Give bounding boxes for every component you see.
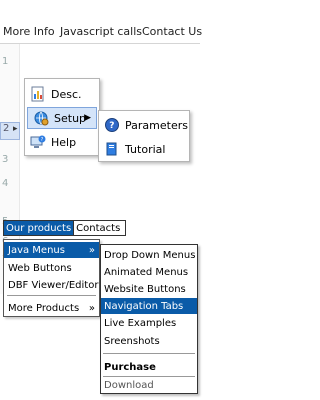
left-num-2[interactable]: 2 (0, 122, 20, 140)
menu-item-parameters-label: Parameters (125, 118, 188, 132)
help-computer-icon: ? (29, 133, 47, 151)
submenu-item-drop-down-menus[interactable]: Drop Down Menus (101, 247, 197, 263)
submenu-item-download[interactable]: Download (101, 377, 197, 393)
menu-contact-us[interactable]: Contact Us (142, 25, 202, 38)
dropdown-item-label: Java Menus (8, 244, 65, 256)
product-tab-bar: Our products Contacts (3, 220, 126, 236)
menu-item-tutorial-label: Tutorial (125, 142, 166, 156)
left-num-4: 4 (2, 178, 9, 189)
menu-more-info[interactable]: More Info (3, 25, 55, 38)
menu-item-help[interactable]: ? Help (25, 131, 99, 153)
submenu-arrow-icon: ▶ (84, 113, 91, 123)
menu-item-desc-label: Desc. (51, 87, 82, 101)
menu-item-tutorial[interactable]: Tutorial (99, 138, 189, 160)
tab-contacts[interactable]: Contacts (73, 221, 122, 235)
submenu-item-navigation-tabs[interactable]: Navigation Tabs (101, 298, 197, 314)
left-num-3: 3 (2, 154, 9, 165)
submenu-item-website-buttons[interactable]: Website Buttons (101, 281, 197, 297)
menu-item-parameters[interactable]: ? Parameters (99, 114, 189, 136)
submenu-divider (103, 353, 195, 354)
svg-text:?: ? (41, 137, 44, 143)
topbar-divider (0, 43, 200, 44)
double-chevron-icon: » (88, 302, 95, 314)
dropdown-item-label: Web Buttons (8, 262, 72, 274)
dropdown-divider (7, 295, 96, 296)
java-menus-submenu: Drop Down Menus Animated Menus Website B… (100, 244, 198, 394)
menu-javascript-calls[interactable]: Javascript calls (60, 25, 142, 38)
top-menu-bar: More Info Javascript calls Contact Us (0, 21, 202, 43)
dropdown-item-java-menus[interactable]: Java Menus » (4, 242, 99, 258)
submenu-item-purchase[interactable]: Purchase (101, 359, 197, 375)
menu-item-setup[interactable]: Setup ▶ (27, 107, 97, 129)
submenu-setup: ? Parameters Tutorial (98, 110, 190, 162)
dropdown-item-more-products[interactable]: More Products » (4, 300, 99, 316)
globe-setup-icon (32, 109, 50, 127)
submenu-item-animated-menus[interactable]: Animated Menus (101, 264, 197, 280)
dropdown-item-label: More Products (8, 302, 80, 314)
svg-text:?: ? (109, 121, 114, 131)
left-num-1: 1 (2, 56, 9, 67)
document-chart-icon (29, 85, 47, 103)
question-circle-icon: ? (103, 116, 121, 134)
tab-our-products[interactable]: Our products (4, 221, 74, 235)
context-menu-main: Desc. Setup ▶ ? Help (24, 78, 100, 156)
menu-item-desc[interactable]: Desc. (25, 83, 99, 105)
submenu-item-live-examples[interactable]: Live Examples (101, 315, 197, 331)
dropdown-item-dbf-viewer[interactable]: DBF Viewer/Editor (4, 277, 99, 293)
menu-item-setup-label: Setup (54, 111, 87, 125)
menu-item-help-label: Help (51, 135, 77, 149)
double-chevron-icon: » (88, 244, 95, 256)
products-dropdown: Java Menus » Web Buttons DBF Viewer/Edit… (3, 239, 100, 317)
book-icon (103, 140, 121, 158)
dropdown-item-web-buttons[interactable]: Web Buttons (4, 260, 99, 276)
submenu-item-screenshots[interactable]: Sreenshots (101, 333, 197, 349)
dropdown-item-label: DBF Viewer/Editor (8, 279, 99, 291)
